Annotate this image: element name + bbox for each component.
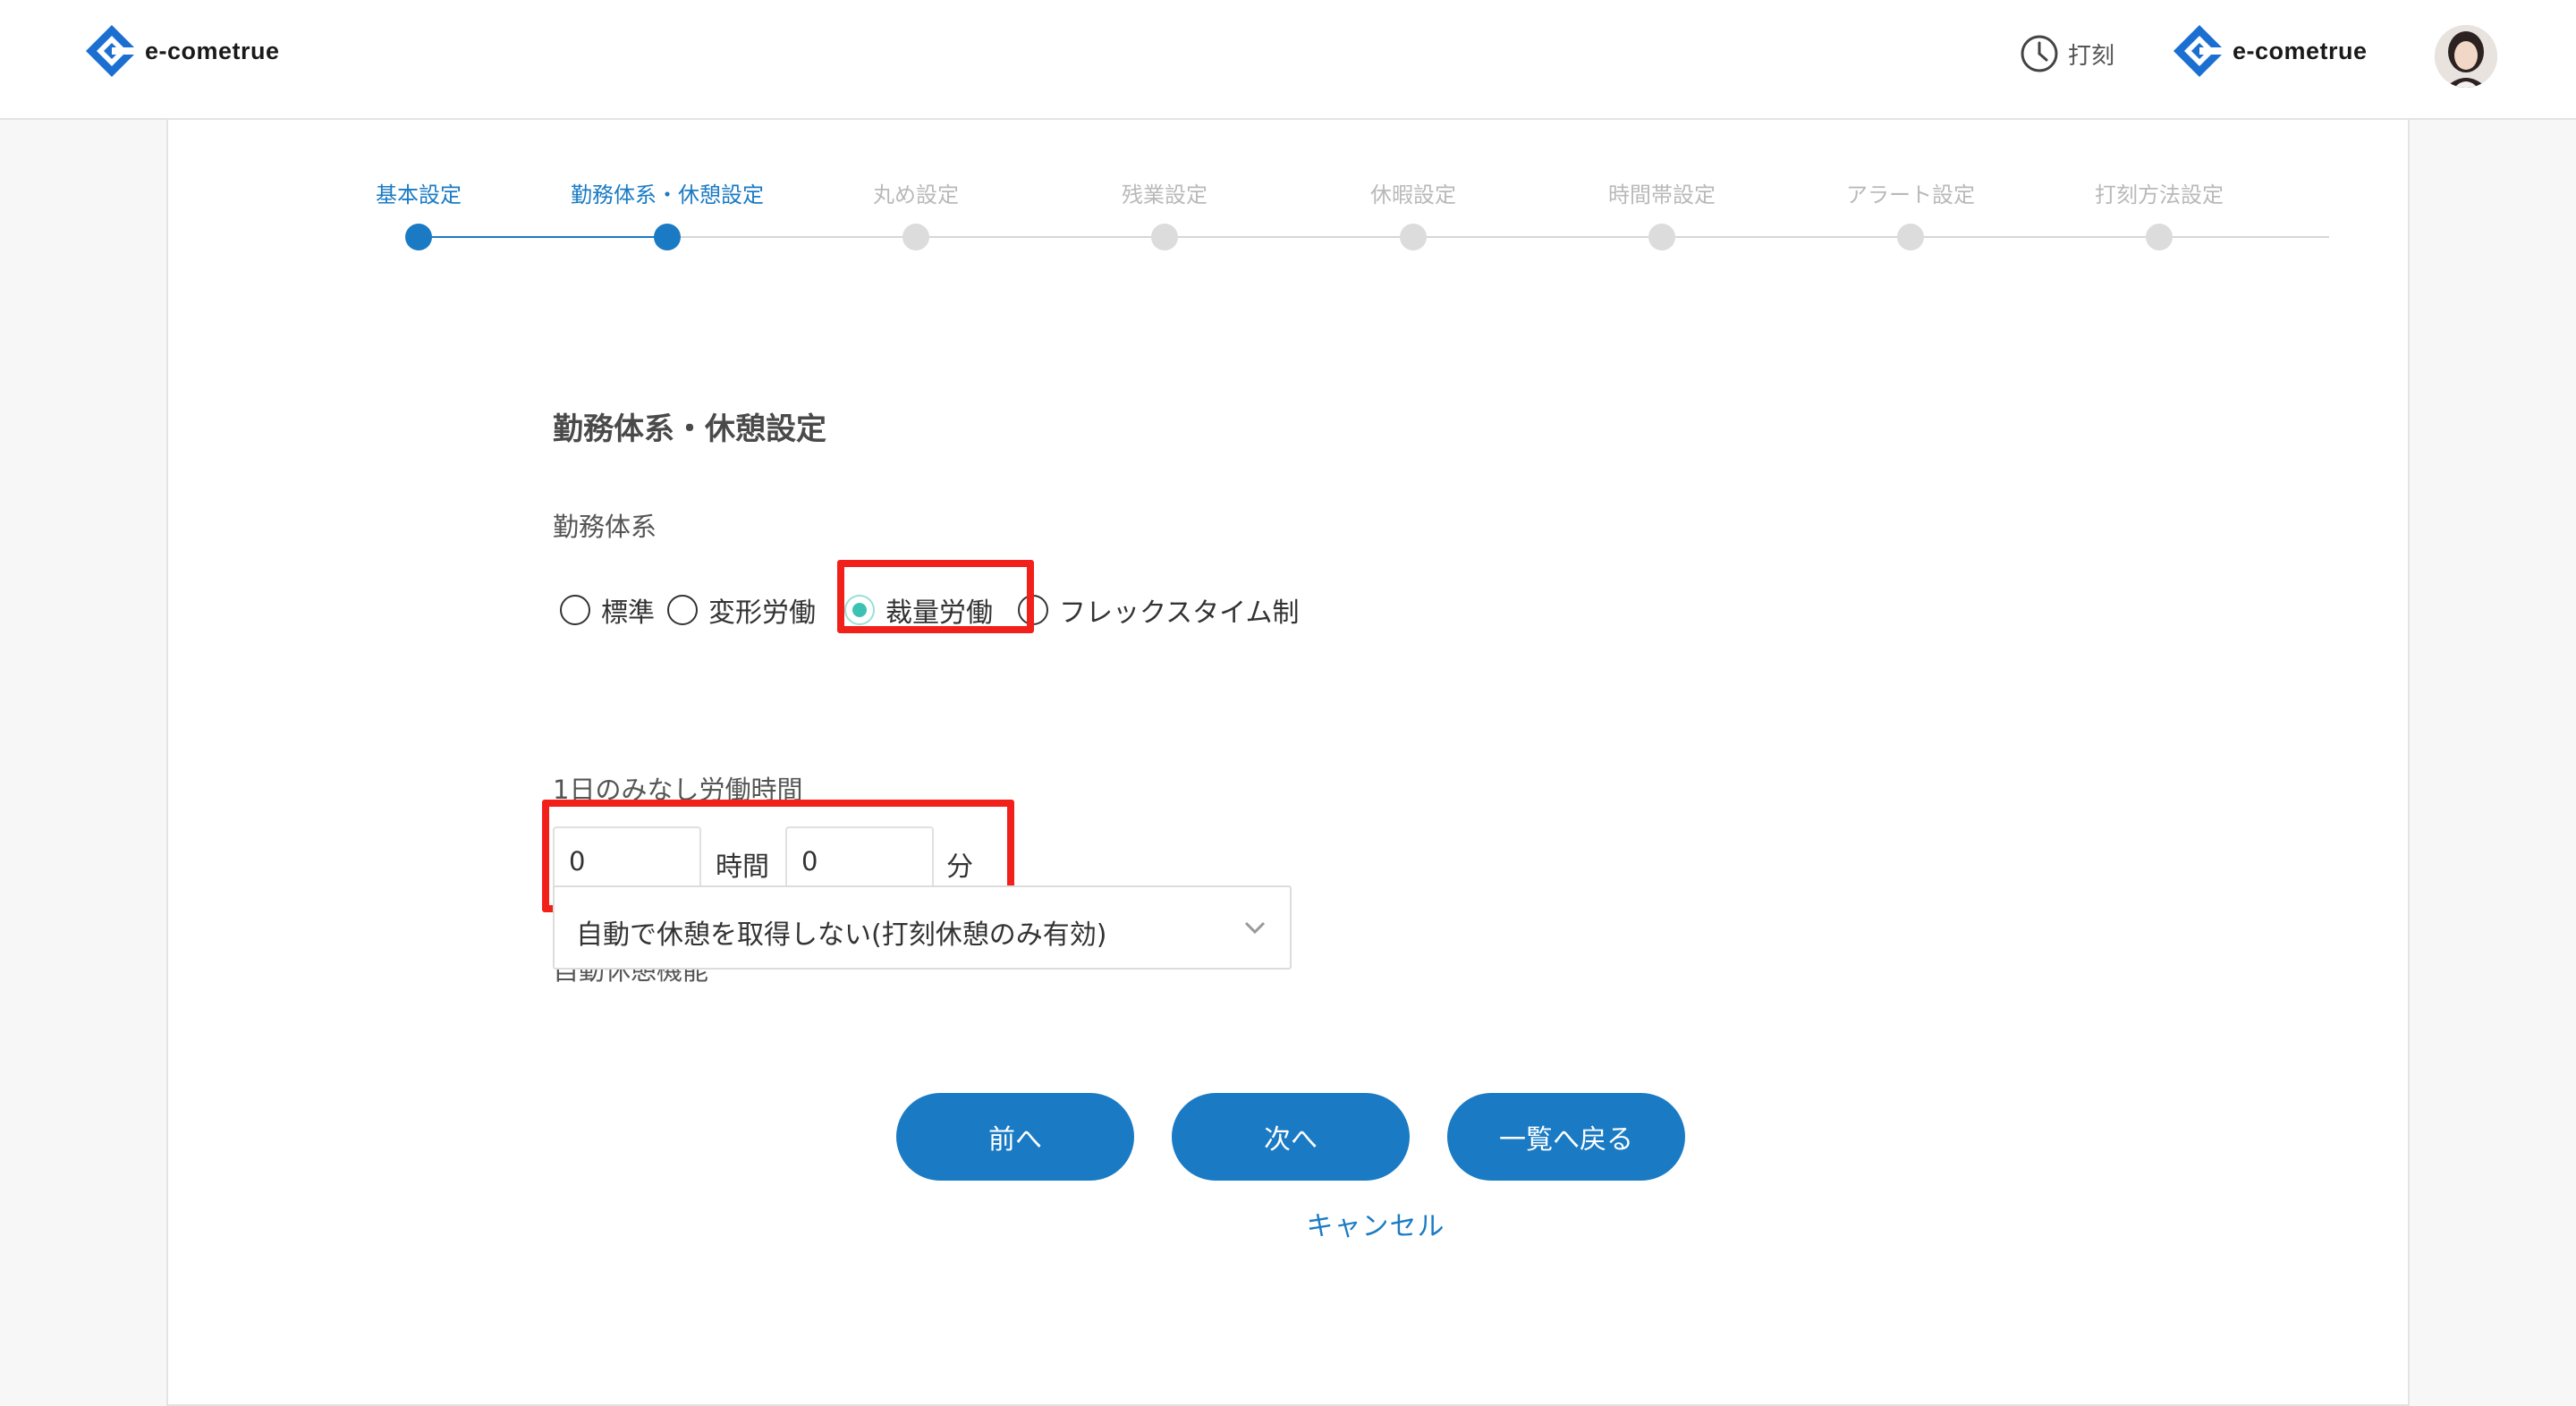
chevron-down-icon <box>1244 921 1266 935</box>
radio-variable[interactable]: 変形労働 <box>667 590 816 630</box>
user-photo-icon <box>2435 25 2497 88</box>
company-name: e-cometrue <box>2233 37 2368 64</box>
radio-label: フレックスタイム制 <box>1059 597 1300 629</box>
step-dot <box>2146 224 2173 250</box>
step-rounding[interactable]: 丸め設定 <box>809 177 1023 250</box>
back-to-list-button[interactable]: 一覧へ戻る <box>1447 1093 1685 1181</box>
punch-button[interactable]: 打刻 <box>2020 34 2114 73</box>
step-label: 打刻方法設定 <box>2095 182 2224 208</box>
clock-icon <box>2021 35 2058 72</box>
auto-break-selected-value: 自動で休憩を取得しない(打刻休憩のみ有効) <box>576 919 1107 951</box>
brand-name: e-cometrue <box>145 37 280 64</box>
prev-button[interactable]: 前へ <box>896 1093 1134 1181</box>
minutes-unit: 分 <box>946 851 973 883</box>
punch-label: 打刻 <box>2068 42 2115 70</box>
work-system-radio-group: 標準 変形労働 裁量労働 フレックスタイム制 <box>560 583 1312 637</box>
auto-break-select[interactable]: 自動で休憩を取得しない(打刻休憩のみ有効) <box>553 885 1292 970</box>
hours-unit: 時間 <box>716 851 769 883</box>
brand-logo[interactable]: e-cometrue <box>84 23 280 79</box>
step-dot <box>654 224 681 250</box>
radio-button[interactable] <box>667 595 698 625</box>
step-alert[interactable]: アラート設定 <box>1803 177 2018 250</box>
step-dot <box>902 224 929 250</box>
radio-label: 裁量労働 <box>886 597 993 629</box>
step-dot <box>1648 224 1675 250</box>
step-time-slot[interactable]: 時間帯設定 <box>1555 177 1769 250</box>
radio-label: 標準 <box>601 597 655 629</box>
app-header: e-cometrue 打刻 e-cometrue <box>0 0 2576 120</box>
radio-button[interactable] <box>560 595 590 625</box>
step-label: 勤務体系・休憩設定 <box>571 182 764 208</box>
step-overtime[interactable]: 残業設定 <box>1057 177 1272 250</box>
radio-button-selected[interactable] <box>844 595 875 625</box>
radio-button[interactable] <box>1018 595 1048 625</box>
step-leave[interactable]: 休暇設定 <box>1306 177 1521 250</box>
step-dot <box>1897 224 1924 250</box>
step-punch-method[interactable]: 打刻方法設定 <box>2052 177 2267 250</box>
step-label: アラート設定 <box>1846 182 1975 208</box>
stepper-line-completed <box>419 236 667 238</box>
step-dot <box>1151 224 1178 250</box>
step-label: 基本設定 <box>376 182 462 208</box>
step-basic[interactable]: 基本設定 <box>311 177 526 250</box>
step-label: 丸め設定 <box>873 182 959 208</box>
company-logo-icon <box>2174 25 2226 77</box>
next-button[interactable]: 次へ <box>1172 1093 1410 1181</box>
deemed-hours-label: 1日のみなし労働時間 <box>553 775 803 805</box>
radio-label: 変形労働 <box>708 597 816 629</box>
step-label: 時間帯設定 <box>1608 182 1716 208</box>
user-avatar[interactable] <box>2435 25 2497 88</box>
step-label: 残業設定 <box>1122 182 1208 208</box>
radio-flex[interactable]: フレックスタイム制 <box>1018 590 1300 630</box>
brand-logo-icon <box>86 25 139 77</box>
step-dot <box>405 224 432 250</box>
cancel-link[interactable]: キャンセル <box>1290 1204 1462 1243</box>
radio-standard[interactable]: 標準 <box>560 590 655 630</box>
step-dot <box>1400 224 1427 250</box>
radio-discretionary[interactable]: 裁量労働 <box>844 590 993 630</box>
section-title: 勤務体系・休憩設定 <box>553 411 826 447</box>
step-label: 休暇設定 <box>1370 182 1456 208</box>
step-work-break[interactable]: 勤務体系・休憩設定 <box>560 177 775 250</box>
settings-card: 基本設定 勤務体系・休憩設定 丸め設定 残業設定 休暇設定 時間帯設定 アラート… <box>166 120 2410 1406</box>
company-logo: e-cometrue <box>2172 23 2368 79</box>
work-system-label: 勤務体系 <box>553 512 657 542</box>
